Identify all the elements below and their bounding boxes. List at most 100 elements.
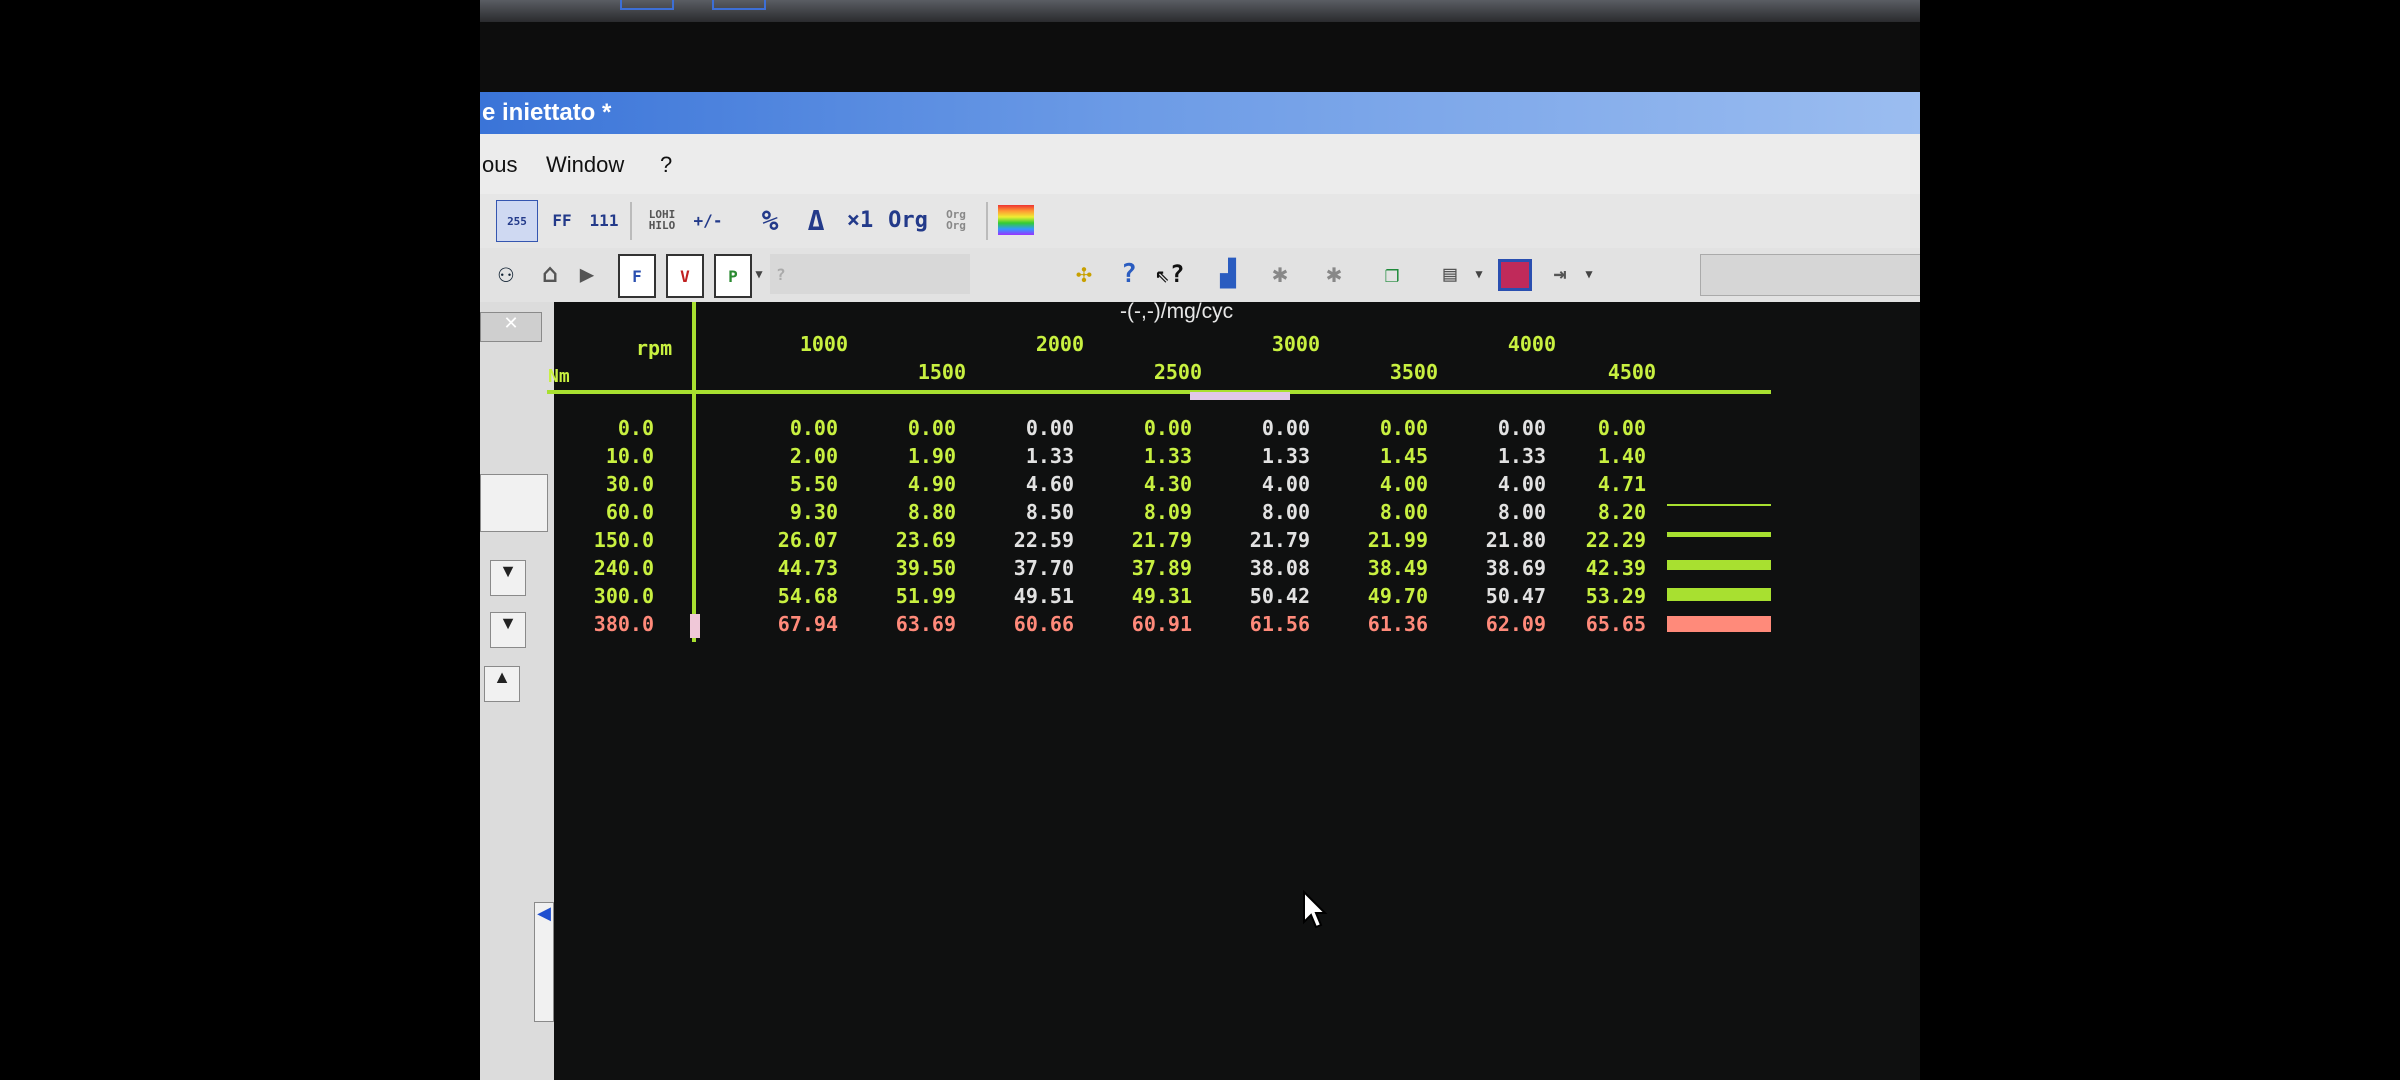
panel-box[interactable] bbox=[480, 474, 548, 532]
table-cell[interactable]: 8.50 bbox=[984, 500, 1074, 524]
table-cell[interactable]: 4.00 bbox=[1220, 472, 1310, 496]
table-cell[interactable]: 0.00 bbox=[866, 416, 956, 440]
play-icon[interactable]: ▶ bbox=[572, 254, 602, 294]
menu-item-window[interactable]: Window bbox=[546, 152, 624, 178]
layout-icon[interactable]: ▤ bbox=[1430, 254, 1470, 294]
context-help-icon[interactable]: ⇖? bbox=[1150, 254, 1190, 294]
window-icon[interactable] bbox=[1498, 259, 1532, 291]
chevron-down-icon[interactable]: ▼ bbox=[1470, 254, 1488, 294]
table-cell[interactable]: 1.33 bbox=[1220, 444, 1310, 468]
table-cell[interactable]: 8.00 bbox=[1338, 500, 1428, 524]
table-cell[interactable]: 54.68 bbox=[748, 584, 838, 608]
table-cell[interactable]: 67.94 bbox=[748, 612, 838, 636]
table-cell[interactable]: 23.69 bbox=[866, 528, 956, 552]
table-cell[interactable]: 9.30 bbox=[748, 500, 838, 524]
table-cell[interactable]: 8.80 bbox=[866, 500, 956, 524]
table-cell[interactable]: 61.36 bbox=[1338, 612, 1428, 636]
table-cell[interactable]: 21.99 bbox=[1338, 528, 1428, 552]
table-cell[interactable]: 1.90 bbox=[866, 444, 956, 468]
table-cell[interactable]: 0.00 bbox=[1556, 416, 1646, 440]
row-header-nm[interactable]: 60.0 bbox=[564, 500, 654, 524]
table-cell[interactable]: 38.69 bbox=[1456, 556, 1546, 580]
table-cell[interactable]: 21.79 bbox=[1102, 528, 1192, 552]
menu-item-help[interactable]: ? bbox=[660, 152, 672, 178]
format-hex-button[interactable]: FF bbox=[542, 200, 582, 240]
binoculars-icon[interactable]: ⚇ bbox=[486, 254, 526, 294]
row-header-nm[interactable]: 300.0 bbox=[564, 584, 654, 608]
table-cell[interactable]: 50.47 bbox=[1456, 584, 1546, 608]
selector-dropdown[interactable]: ? bbox=[770, 254, 970, 294]
table-cell[interactable]: 4.00 bbox=[1338, 472, 1428, 496]
table-cell[interactable]: 26.07 bbox=[748, 528, 838, 552]
table-cell[interactable]: 21.79 bbox=[1220, 528, 1310, 552]
chevron-down-icon[interactable]: ▼ bbox=[1580, 254, 1598, 294]
table-cell[interactable]: 49.70 bbox=[1338, 584, 1428, 608]
table-cell[interactable]: 1.33 bbox=[984, 444, 1074, 468]
original-compare-button[interactable]: Org Org bbox=[934, 200, 978, 240]
table-cell[interactable]: 22.59 bbox=[984, 528, 1074, 552]
copy-icon[interactable]: ❐ bbox=[1372, 254, 1412, 294]
table-cell[interactable]: 4.30 bbox=[1102, 472, 1192, 496]
table-cell[interactable]: 0.00 bbox=[1102, 416, 1192, 440]
table-cell[interactable]: 21.80 bbox=[1456, 528, 1546, 552]
format-binary-button[interactable]: 111 bbox=[584, 200, 624, 240]
table-cell[interactable]: 8.09 bbox=[1102, 500, 1192, 524]
multiply-button[interactable]: ×1 bbox=[840, 200, 880, 240]
row-header-nm[interactable]: 240.0 bbox=[564, 556, 654, 580]
table-cell[interactable]: 4.00 bbox=[1456, 472, 1546, 496]
chevron-down-icon[interactable]: ▼ bbox=[750, 254, 768, 294]
table-cell[interactable]: 4.90 bbox=[866, 472, 956, 496]
v-icon[interactable]: V bbox=[666, 254, 704, 298]
table-cell[interactable]: 44.73 bbox=[748, 556, 838, 580]
table-cell[interactable]: 63.69 bbox=[866, 612, 956, 636]
table-cell[interactable]: 22.29 bbox=[1556, 528, 1646, 552]
column-header-rpm[interactable]: 3500 bbox=[1348, 360, 1438, 384]
table-cell[interactable]: 49.51 bbox=[984, 584, 1074, 608]
table-cell[interactable]: 49.31 bbox=[1102, 584, 1192, 608]
format-255-button[interactable]: 255 bbox=[496, 200, 538, 242]
chart-icon[interactable]: ▟ bbox=[1208, 254, 1248, 294]
table-cell[interactable]: 42.39 bbox=[1556, 556, 1646, 580]
help-key-icon[interactable]: ? bbox=[1114, 254, 1144, 294]
table-cell[interactable]: 0.00 bbox=[1220, 416, 1310, 440]
column-header-rpm[interactable]: 4000 bbox=[1466, 332, 1556, 356]
column-header-rpm[interactable]: 4500 bbox=[1566, 360, 1656, 384]
table-cell[interactable]: 60.91 bbox=[1102, 612, 1192, 636]
home-icon[interactable]: ⌂ bbox=[530, 254, 570, 294]
table-cell[interactable]: 5.50 bbox=[748, 472, 838, 496]
table-cell[interactable]: 61.56 bbox=[1220, 612, 1310, 636]
tool-disabled-icon[interactable]: ✱ bbox=[1314, 254, 1354, 294]
panel-expand-handle[interactable]: ◀ bbox=[534, 902, 554, 1022]
column-header-rpm[interactable]: 1500 bbox=[876, 360, 966, 384]
row-header-nm[interactable]: 10.0 bbox=[564, 444, 654, 468]
table-cell[interactable]: 8.00 bbox=[1220, 500, 1310, 524]
close-icon[interactable]: ✕ bbox=[480, 312, 542, 342]
table-cell[interactable]: 50.42 bbox=[1220, 584, 1310, 608]
table-cell[interactable]: 53.29 bbox=[1556, 584, 1646, 608]
tool-icon[interactable]: ✱ bbox=[1260, 254, 1300, 294]
table-cell[interactable]: 2.00 bbox=[748, 444, 838, 468]
column-header-rpm[interactable]: 1000 bbox=[758, 332, 848, 356]
top-strip-box-2[interactable] bbox=[712, 0, 766, 10]
table-cell[interactable]: 1.45 bbox=[1338, 444, 1428, 468]
table-cell[interactable]: 1.33 bbox=[1456, 444, 1546, 468]
row-header-nm[interactable]: 380.0 bbox=[564, 612, 654, 636]
sign-toggle-button[interactable]: +/- bbox=[686, 200, 730, 240]
table-cell[interactable]: 1.40 bbox=[1556, 444, 1646, 468]
table-cell[interactable]: 4.60 bbox=[984, 472, 1074, 496]
menu-item-previous[interactable]: ous bbox=[482, 152, 517, 178]
table-cell[interactable]: 51.99 bbox=[866, 584, 956, 608]
table-cell[interactable]: 0.00 bbox=[748, 416, 838, 440]
table-cell[interactable]: 8.00 bbox=[1456, 500, 1546, 524]
row-header-nm[interactable]: 150.0 bbox=[564, 528, 654, 552]
chevron-down-icon[interactable]: ▼ bbox=[490, 560, 526, 596]
column-header-rpm[interactable]: 2000 bbox=[994, 332, 1084, 356]
table-cell[interactable]: 38.08 bbox=[1220, 556, 1310, 580]
percent-button[interactable]: % bbox=[750, 200, 790, 240]
table-cell[interactable]: 38.49 bbox=[1338, 556, 1428, 580]
rainbow-colors-icon[interactable] bbox=[998, 205, 1034, 235]
delta-button[interactable]: Δ bbox=[796, 200, 836, 240]
table-cell[interactable]: 1.33 bbox=[1102, 444, 1192, 468]
chevron-up-icon[interactable]: ▲ bbox=[484, 666, 520, 702]
zoom-slider[interactable] bbox=[1700, 254, 1920, 296]
